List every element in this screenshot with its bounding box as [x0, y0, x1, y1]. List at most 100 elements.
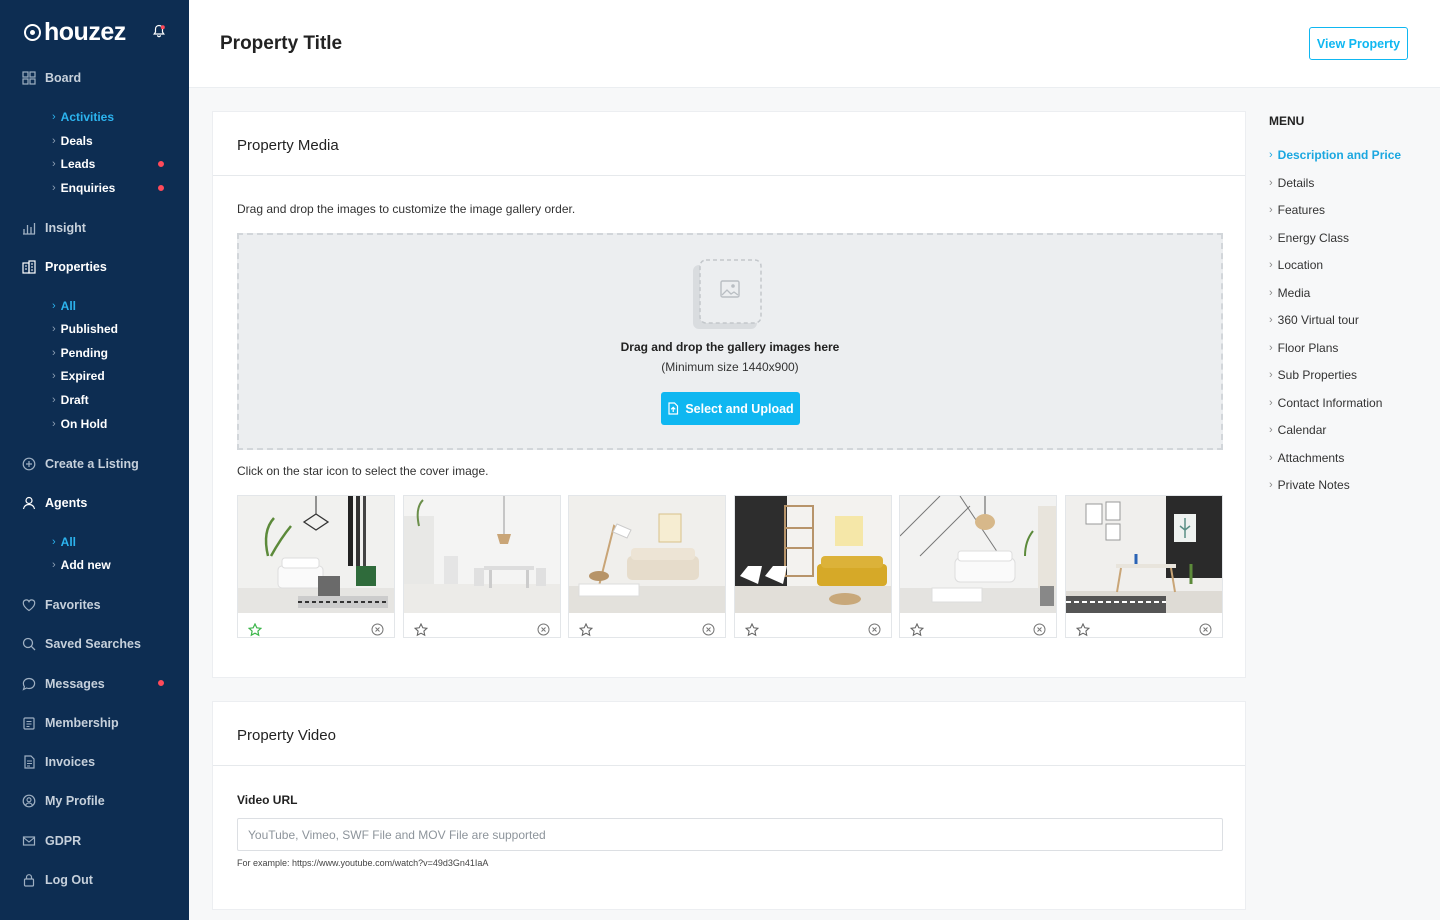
drag-order-hint: Drag and drop the images to customize th… — [237, 202, 576, 216]
star-icon[interactable] — [1075, 623, 1090, 637]
chevron-right-icon: › — [1269, 232, 1273, 244]
logo[interactable]: houzez — [24, 18, 126, 47]
dashboard-icon — [22, 71, 36, 85]
nav-leads[interactable]: › Leads — [52, 156, 95, 172]
thumbnail-actions — [1066, 618, 1222, 642]
nav-published[interactable]: › Published — [52, 321, 118, 337]
menu-item-360-virtual-tour[interactable]: › 360 Virtual tour — [1269, 313, 1359, 327]
nav-insight[interactable]: Insight — [22, 219, 86, 237]
nav-enquiries[interactable]: › Enquiries — [52, 180, 115, 196]
menu-item-details[interactable]: › Details — [1269, 176, 1314, 190]
nav-draft[interactable]: › Draft — [52, 392, 89, 408]
thumbnail-actions — [900, 618, 1056, 642]
thumbnail-actions — [569, 618, 725, 642]
remove-circle-icon[interactable] — [1033, 623, 1046, 636]
star-icon[interactable] — [910, 623, 924, 637]
menu-item-sub-properties[interactable]: › Sub Properties — [1269, 368, 1357, 382]
bell-icon[interactable] — [152, 24, 166, 38]
nav-expired[interactable]: › Expired — [52, 368, 105, 384]
nav-messages-label: Messages — [45, 677, 105, 691]
property-photo-living-room-green-chair — [238, 496, 394, 613]
chevron-right-icon: › — [1269, 149, 1273, 161]
property-photo-dining-room-white — [403, 496, 560, 613]
star-icon[interactable] — [579, 623, 593, 637]
menu-item-attachments[interactable]: › Attachments — [1269, 451, 1344, 465]
star-icon[interactable] — [413, 623, 428, 637]
chevron-right-icon: › — [52, 158, 56, 170]
chevron-right-icon: › — [52, 111, 56, 123]
sidebar: houzez Board › Activities › Deals › Leads ›… — [0, 0, 189, 920]
nav-add-new[interactable]: › Add new — [52, 557, 111, 573]
upload-button-label: Select and Upload — [685, 401, 794, 416]
nav-messages[interactable]: Messages — [22, 675, 105, 693]
menu-item-label: Description and Price — [1277, 148, 1402, 162]
chevron-right-icon: › — [1269, 177, 1273, 189]
chevron-right-icon: › — [1269, 342, 1273, 354]
view-property-button[interactable]: View Property — [1309, 27, 1408, 60]
gallery-dropzone[interactable]: Drag and drop the gallery images here (M… — [237, 233, 1223, 450]
nav-log-out[interactable]: Log Out — [22, 871, 93, 889]
menu-item-label: Calendar — [1277, 423, 1327, 437]
menu-item-calendar[interactable]: › Calendar — [1269, 423, 1326, 437]
nav-agents-all[interactable]: › All — [52, 534, 76, 550]
gallery-thumbnail[interactable] — [733, 495, 892, 638]
nav-saved-searches[interactable]: Saved Searches — [22, 635, 141, 653]
nav-pending[interactable]: › Pending — [52, 345, 108, 361]
gallery-thumbnail[interactable] — [568, 495, 726, 638]
nav-saved-searches-label: Saved Searches — [45, 637, 141, 651]
chevron-right-icon: › — [52, 323, 56, 335]
remove-circle-icon[interactable] — [1199, 623, 1212, 636]
menu-item-private-notes[interactable]: › Private Notes — [1269, 478, 1350, 492]
menu-item-description-and-price[interactable]: › Description and Price — [1269, 148, 1401, 162]
nav-invoices[interactable]: Invoices — [22, 753, 95, 771]
logo-icon — [24, 24, 41, 41]
star-icon[interactable] — [744, 623, 759, 637]
image-upload-icon — [693, 259, 762, 329]
select-and-upload-button[interactable]: Select and Upload — [661, 392, 800, 425]
thumbnail-actions — [238, 618, 394, 642]
gallery-thumbnail[interactable] — [899, 495, 1057, 638]
page-title: Property Title — [220, 33, 343, 54]
menu-item-location[interactable]: › Location — [1269, 258, 1323, 272]
menu-item-label: Sub Properties — [1277, 368, 1358, 382]
chevron-right-icon: › — [1269, 314, 1273, 326]
nav-favorites[interactable]: Favorites — [22, 596, 101, 614]
nav-create-listing[interactable]: Create a Listing — [22, 455, 139, 473]
nav-agents[interactable]: Agents — [22, 494, 87, 512]
menu-item-label: Attachments — [1277, 451, 1345, 465]
logo-text: houzez — [44, 18, 126, 46]
nav-board[interactable]: Board — [22, 69, 81, 87]
nav-membership[interactable]: Membership — [22, 714, 119, 732]
nav-properties-all[interactable]: › All — [52, 298, 76, 314]
menu-item-label: Features — [1277, 203, 1326, 217]
property-video-card: Property Video Video URL For example: ht… — [212, 701, 1246, 910]
menu-item-label: Location — [1277, 258, 1324, 272]
menu-item-features[interactable]: › Features — [1269, 203, 1325, 217]
star-icon[interactable] — [248, 623, 262, 637]
chevron-right-icon: › — [1269, 204, 1273, 216]
menu-item-floor-plans[interactable]: › Floor Plans — [1269, 341, 1338, 355]
menu-item-media[interactable]: › Media — [1269, 286, 1310, 300]
nav-on-hold[interactable]: › On Hold — [52, 416, 107, 432]
nav-properties[interactable]: Properties — [22, 258, 107, 276]
menu-item-contact-information[interactable]: › Contact Information — [1269, 396, 1382, 410]
remove-circle-icon[interactable] — [868, 623, 881, 636]
gallery-thumbnail[interactable] — [237, 495, 395, 638]
remove-circle-icon[interactable] — [702, 623, 715, 636]
nav-log-out-label: Log Out — [45, 873, 93, 887]
plus-circle-icon — [22, 457, 36, 471]
remove-circle-icon[interactable] — [537, 623, 550, 636]
top-bar: Property Title View Property — [189, 0, 1440, 88]
thumbnail-actions — [404, 618, 560, 642]
menu-item-energy-class[interactable]: › Energy Class — [1269, 231, 1349, 245]
chevron-right-icon: › — [52, 370, 56, 382]
nav-deals[interactable]: › Deals — [52, 133, 93, 149]
remove-circle-icon[interactable] — [371, 623, 384, 636]
nav-my-profile[interactable]: My Profile — [22, 792, 105, 810]
gallery-thumbnail[interactable] — [1064, 495, 1223, 638]
video-url-input[interactable] — [237, 818, 1223, 851]
nav-gdpr[interactable]: GDPR — [22, 832, 81, 850]
upload-icon — [668, 402, 679, 415]
nav-activities[interactable]: › Activities — [52, 109, 114, 125]
gallery-thumbnail[interactable] — [402, 495, 561, 638]
